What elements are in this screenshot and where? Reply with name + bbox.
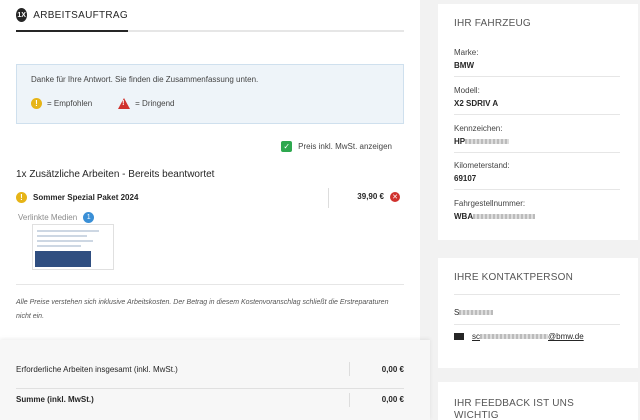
vehicle-field-vin: Fahrgestellnummer: WBA [454,199,620,227]
divider [349,392,350,407]
field-value-wrap: HP [454,137,620,146]
field-value: X2 SDRIV A [454,99,499,108]
field-value: WBA [454,212,474,221]
divider [454,324,620,325]
email-prefix: sc [472,332,480,341]
media-thumbnail[interactable] [32,224,114,270]
warning-icon: ! [16,192,27,203]
contact-name-wrap: S [454,308,494,317]
redacted-text [465,139,510,145]
vat-toggle[interactable]: ✓ Preis inkl. MwSt. anzeigen [281,141,392,152]
tab-bar: 1X ARBEITSAUFTRAG [16,0,404,32]
redacted-text [473,214,536,220]
total-sum-label: Summe (inkl. MwSt.) [16,395,94,404]
info-text: Danke für Ihre Antwort. Sie finden die Z… [31,75,259,84]
remove-icon[interactable]: ✕ [390,192,400,202]
field-label: Marke: [454,48,479,57]
legend-urgent: ! = Dringend [118,98,175,109]
thumb-line [37,245,81,247]
work-order-card: 1X ARBEITSAUFTRAG Danke für Ihre Antwort… [0,0,420,340]
thumb-line [37,230,99,232]
thumb-banner [35,251,91,267]
info-box: Danke für Ihre Antwort. Sie finden die Z… [16,64,404,124]
field-label: Fahrgestellnummer: [454,199,526,208]
field-value: BMW [454,61,474,70]
divider [349,362,350,376]
checkbox-checked-icon[interactable]: ✓ [281,141,293,152]
legend-urgent-label: = Dringend [135,99,175,108]
field-label: Modell: [454,86,480,95]
contact-email-row: sc @bmw.de [454,332,584,341]
vat-toggle-label: Preis inkl. MwSt. anzeigen [298,142,392,151]
redacted-text [459,310,494,316]
thumb-line [37,240,93,242]
vehicle-title: IHR FAHRZEUG [454,18,531,29]
redacted-text [480,334,548,340]
warning-icon: ! [31,98,42,109]
footnote: Alle Preise verstehen sich inklusive Arb… [16,299,389,320]
vehicle-field-plate: Kennzeichen: HP [454,124,620,153]
field-label: Kennzeichen: [454,124,503,133]
legend-recommended-label: = Empfohlen [47,99,93,108]
contact-email-link[interactable]: sc @bmw.de [472,332,584,341]
total-sum-row: Summe (inkl. MwSt.) 0,00 € [16,388,404,410]
field-value: HP [454,137,466,146]
total-required-value: 0,00 € [381,364,404,374]
field-label: Kilometerstand: [454,161,510,170]
field-value-wrap: WBA [454,212,620,221]
linked-media-label: Verlinkte Medien [18,213,78,222]
legend: ! = Empfohlen ! = Dringend [31,98,389,109]
linked-media[interactable]: Verlinkte Medien 1 [18,212,95,223]
tab-label: ARBEITSAUFTRAG [33,9,128,21]
tab-count-badge: 1X [16,8,28,22]
email-suffix: @bmw.de [548,332,584,341]
total-sum-value: 0,00 € [381,395,404,404]
work-item-name: Sommer Spezial Paket 2024 [33,193,139,202]
envelope-icon [454,333,464,340]
vehicle-field-brand: Marke: BMW [454,48,620,77]
section-title: 1x Zusätzliche Arbeiten - Bereits beantw… [16,169,215,180]
divider [328,188,329,208]
divider [454,294,620,295]
total-required-row: Erforderliche Arbeiten insgesamt (inkl. … [16,358,404,380]
contact-title: IHRE KONTAKTPERSON [454,272,573,283]
total-required-label: Erforderliche Arbeiten insgesamt (inkl. … [16,364,178,374]
tab-arbeitsauftrag[interactable]: 1X ARBEITSAUFTRAG [16,0,128,32]
alert-triangle-icon: ! [118,98,131,109]
legend-recommended: ! = Empfohlen [31,98,92,109]
work-item-price: 39,90 € [357,192,384,201]
feedback-title: IHR FEEDBACK IST UNS WICHTIG [454,398,574,420]
vehicle-field-model: Modell: X2 SDRIV A [454,86,620,115]
divider [16,284,404,285]
thumb-line [37,235,87,237]
linked-media-count: 1 [83,212,95,223]
work-item-name-wrap: ! Sommer Spezial Paket 2024 [16,192,138,203]
vehicle-field-mileage: Kilometerstand: 69107 [454,161,620,190]
field-value: 69107 [454,174,477,183]
